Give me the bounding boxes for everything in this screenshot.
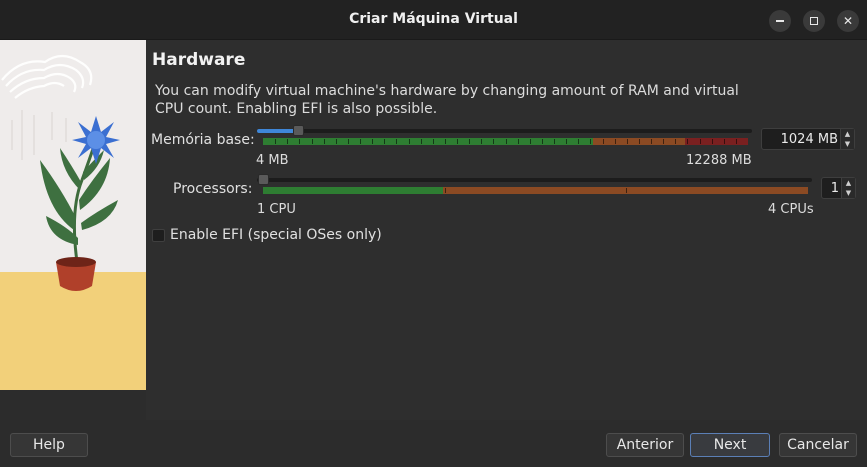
memory-label: Memória base: — [151, 132, 255, 148]
button-bar: Help Anterior Next Cancelar — [0, 420, 867, 467]
wizard-illustration — [0, 40, 146, 390]
minimize-button[interactable] — [769, 10, 791, 32]
memory-band-safe — [263, 138, 593, 145]
memory-min-label: 4 MB — [256, 153, 289, 168]
memory-slider-fill — [257, 129, 298, 133]
processors-max-label: 4 CPUs — [768, 202, 814, 217]
minimize-icon — [776, 20, 784, 22]
memory-band-warning — [592, 138, 685, 145]
close-button[interactable]: ✕ — [837, 10, 859, 32]
maximize-icon — [810, 17, 818, 25]
processors-range-band — [263, 187, 808, 194]
cancel-button[interactable]: Cancelar — [779, 433, 857, 457]
efi-label[interactable]: Enable EFI (special OSes only) — [170, 227, 382, 243]
back-button[interactable]: Anterior — [606, 433, 684, 457]
help-button[interactable]: Help — [10, 433, 88, 457]
next-button[interactable]: Next — [690, 433, 770, 457]
memory-increment-icon[interactable]: ▲ — [841, 129, 854, 139]
efi-checkbox[interactable] — [152, 229, 165, 242]
plant-illustration — [0, 40, 146, 390]
wizard-page: Hardware You can modify virtual machine'… — [146, 40, 867, 420]
close-icon: ✕ — [842, 14, 854, 28]
page-heading: Hardware — [152, 50, 246, 70]
processors-slider[interactable] — [257, 178, 812, 182]
memory-range-band — [263, 138, 748, 145]
processors-value: 1 — [830, 181, 839, 196]
processors-spinbox[interactable]: 1 ▲ ▼ — [821, 177, 856, 199]
page-description: You can modify virtual machine's hardwar… — [155, 83, 739, 117]
processors-label: Processors: — [173, 181, 253, 197]
processors-decrement-icon[interactable]: ▼ — [842, 188, 855, 198]
memory-value: 1024 MB — [780, 132, 838, 147]
processors-band-safe — [263, 187, 443, 194]
memory-spinbox[interactable]: 1024 MB ▲ ▼ — [761, 128, 855, 150]
processors-slider-handle[interactable] — [258, 174, 269, 185]
maximize-button[interactable] — [803, 10, 825, 32]
memory-decrement-icon[interactable]: ▼ — [841, 139, 854, 149]
memory-spin-buttons: ▲ ▼ — [840, 129, 854, 149]
processors-increment-icon[interactable]: ▲ — [842, 178, 855, 188]
window-title: Criar Máquina Virtual — [349, 11, 518, 27]
title-bar: Criar Máquina Virtual ✕ — [0, 0, 867, 40]
processors-spin-buttons: ▲ ▼ — [841, 178, 855, 198]
memory-slider[interactable] — [257, 129, 752, 133]
memory-slider-handle[interactable] — [293, 125, 304, 136]
processors-band-warning — [442, 187, 808, 194]
processors-min-label: 1 CPU — [257, 202, 296, 217]
memory-max-label: 12288 MB — [686, 153, 752, 168]
memory-band-danger — [684, 138, 748, 145]
